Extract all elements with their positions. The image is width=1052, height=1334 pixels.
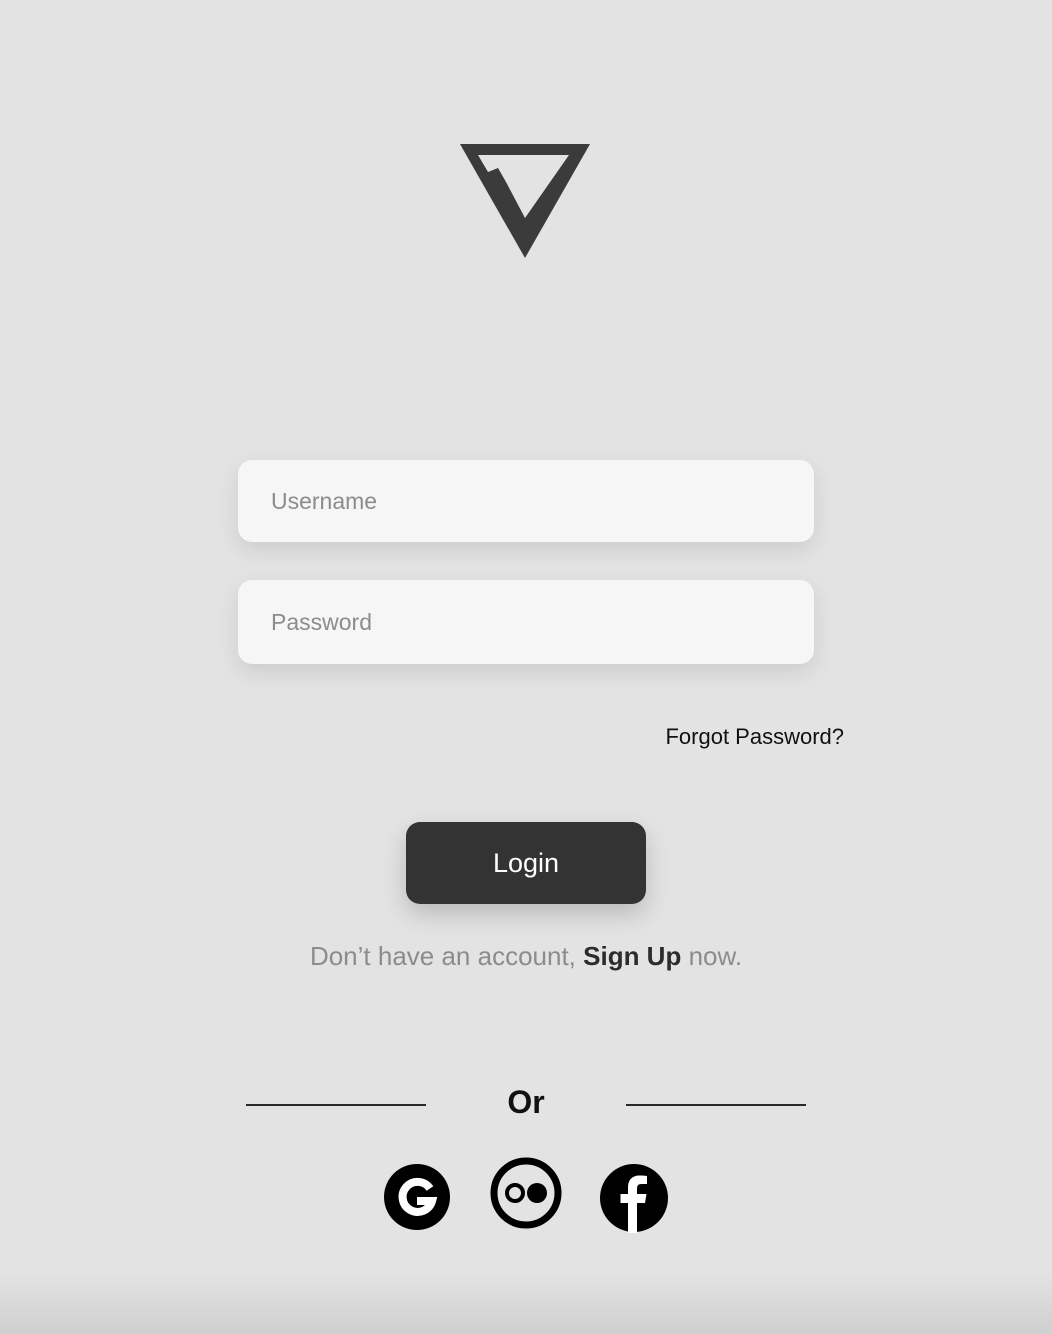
password-placeholder: Password (271, 608, 372, 635)
username-placeholder: Username (271, 487, 378, 514)
check-triangle-logo-icon (460, 144, 590, 258)
login-button-label: Login (492, 847, 560, 878)
login-button[interactable]: Login (406, 822, 646, 904)
password-input[interactable]: Password (238, 580, 814, 664)
bottom-shadow (0, 1274, 1052, 1334)
username-input[interactable]: Username (238, 460, 814, 542)
facebook-icon[interactable] (599, 1163, 669, 1233)
flickr-icon[interactable] (489, 1156, 563, 1230)
divider-line-right (626, 1104, 806, 1106)
signup-suffix: now. (681, 941, 743, 971)
signup-prefix: Don’t have an account, (309, 941, 584, 971)
signup-prompt: Don’t have an account, Sign Up now. (0, 941, 1052, 972)
or-separator-label: Or (507, 1084, 545, 1120)
signup-link[interactable]: Sign Up (583, 941, 681, 971)
forgot-password-link[interactable]: Forgot Password? (665, 724, 844, 750)
google-icon[interactable] (383, 1163, 451, 1231)
